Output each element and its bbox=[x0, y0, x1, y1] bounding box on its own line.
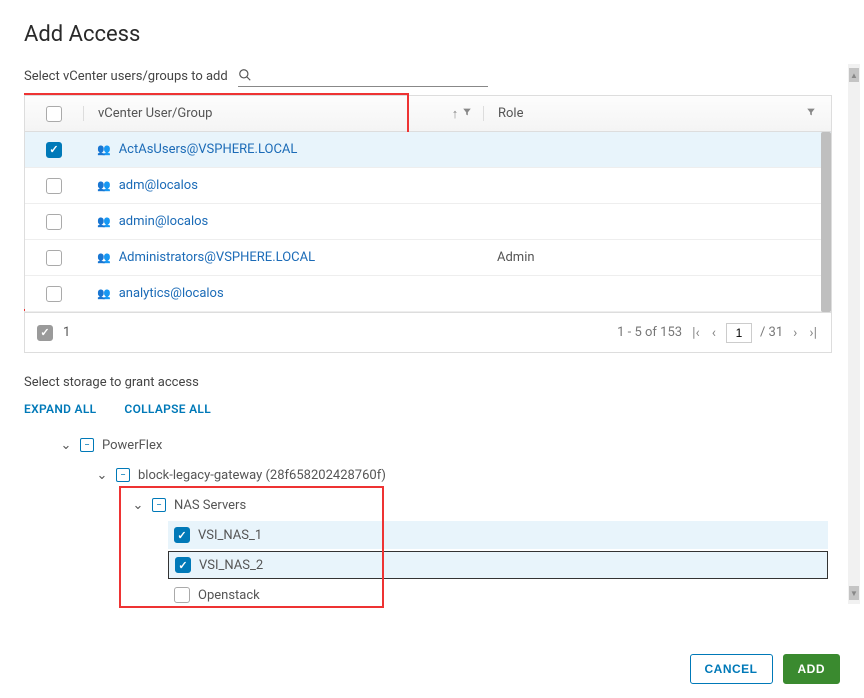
collapse-all-link[interactable]: COLLAPSE ALL bbox=[124, 402, 211, 416]
tree-leaf[interactable]: VSI_NAS_1 bbox=[24, 520, 832, 550]
page-title: Add Access bbox=[24, 22, 840, 47]
chevron-down-icon[interactable]: ⌄ bbox=[60, 438, 72, 453]
first-page-button[interactable]: |‹ bbox=[690, 323, 702, 343]
table-row[interactable]: 👥 Administrators@VSPHERE.LOCAL Admin bbox=[25, 240, 831, 276]
add-button[interactable]: ADD bbox=[783, 654, 841, 684]
tree-node-powerflex[interactable]: ⌄ − PowerFlex bbox=[24, 430, 832, 460]
leaf-checkbox[interactable] bbox=[175, 557, 191, 573]
selected-count: 1 bbox=[63, 325, 70, 340]
tree-node-label: NAS Servers bbox=[174, 498, 246, 513]
sort-arrow-icon[interactable]: ↑ bbox=[452, 106, 459, 122]
scroll-up-icon[interactable]: ▲ bbox=[849, 68, 859, 82]
role-cell: Admin bbox=[483, 250, 831, 265]
group-icon: 👥 bbox=[97, 215, 111, 228]
row-checkbox[interactable] bbox=[46, 178, 62, 194]
tree-node-label: PowerFlex bbox=[102, 438, 162, 453]
user-label: adm@localos bbox=[119, 178, 198, 193]
filter-icon[interactable] bbox=[806, 106, 816, 121]
group-icon: 👥 bbox=[97, 143, 111, 156]
user-label: analytics@localos bbox=[119, 286, 224, 301]
table-row[interactable]: 👥 adm@localos bbox=[25, 168, 831, 204]
tree-node-nas[interactable]: ⌄ − NAS Servers bbox=[24, 490, 832, 520]
page-input[interactable] bbox=[726, 323, 752, 343]
group-icon: 👥 bbox=[97, 287, 111, 300]
search-field[interactable] bbox=[238, 65, 488, 87]
leaf-label: VSI_NAS_1 bbox=[198, 528, 262, 543]
scroll-down-icon[interactable]: ▼ bbox=[849, 586, 859, 600]
selection-summary-checkbox[interactable] bbox=[37, 325, 53, 341]
storage-section-label: Select storage to grant access bbox=[24, 375, 832, 390]
tree-leaf[interactable]: Openstack bbox=[24, 580, 832, 610]
select-all-checkbox[interactable] bbox=[46, 106, 62, 122]
page-range: 1 - 5 of 153 bbox=[617, 325, 682, 340]
collapse-box-icon[interactable]: − bbox=[152, 498, 166, 512]
pagination-bar: 1 1 - 5 of 153 |‹ ‹ / 31 › ›| bbox=[24, 313, 832, 353]
table-scrollbar[interactable] bbox=[821, 132, 831, 312]
filter-icon[interactable] bbox=[462, 106, 472, 121]
leaf-checkbox[interactable] bbox=[174, 527, 190, 543]
page-scrollbar[interactable]: ▲ ▼ bbox=[848, 64, 860, 604]
last-page-button[interactable]: ›| bbox=[807, 323, 819, 343]
row-checkbox[interactable] bbox=[46, 250, 62, 266]
storage-tree: ⌄ − PowerFlex ⌄ − block-legacy-gateway (… bbox=[24, 430, 832, 610]
chevron-down-icon[interactable]: ⌄ bbox=[96, 468, 108, 483]
row-checkbox[interactable] bbox=[46, 286, 62, 302]
search-icon bbox=[238, 68, 252, 82]
collapse-box-icon[interactable]: − bbox=[116, 468, 130, 482]
leaf-label: Openstack bbox=[198, 588, 260, 603]
prev-page-button[interactable]: ‹ bbox=[710, 323, 718, 343]
user-label: ActAsUsers@VSPHERE.LOCAL bbox=[119, 142, 298, 157]
table-row[interactable]: 👥 admin@localos bbox=[25, 204, 831, 240]
table-row[interactable]: 👥 ActAsUsers@VSPHERE.LOCAL bbox=[25, 132, 831, 168]
table-row[interactable]: 👥 analytics@localos bbox=[25, 276, 831, 312]
user-label: admin@localos bbox=[119, 214, 209, 229]
row-checkbox[interactable] bbox=[46, 214, 62, 230]
users-table: vCenter User/Group ↑ Role 👥Act bbox=[24, 95, 832, 313]
table-header: vCenter User/Group ↑ Role bbox=[25, 96, 831, 132]
column-header-user[interactable]: vCenter User/Group bbox=[83, 106, 441, 121]
group-icon: 👥 bbox=[97, 251, 111, 264]
collapse-box-icon[interactable]: − bbox=[80, 438, 94, 452]
column-header-role[interactable]: Role bbox=[483, 106, 791, 121]
tree-node-gateway[interactable]: ⌄ − block-legacy-gateway (28f65820242876… bbox=[24, 460, 832, 490]
user-label: Administrators@VSPHERE.LOCAL bbox=[119, 250, 315, 265]
tree-leaf[interactable]: VSI_NAS_2 bbox=[24, 550, 832, 580]
search-input[interactable] bbox=[252, 65, 488, 84]
next-page-button[interactable]: › bbox=[791, 323, 799, 343]
leaf-checkbox[interactable] bbox=[174, 587, 190, 603]
cancel-button[interactable]: CANCEL bbox=[690, 654, 773, 684]
chevron-down-icon[interactable]: ⌄ bbox=[132, 498, 144, 513]
group-icon: 👥 bbox=[97, 179, 111, 192]
tree-node-label: block-legacy-gateway (28f658202428760f) bbox=[138, 468, 386, 483]
row-checkbox[interactable] bbox=[46, 142, 62, 158]
expand-all-link[interactable]: EXPAND ALL bbox=[24, 402, 96, 416]
leaf-label: VSI_NAS_2 bbox=[199, 558, 263, 573]
total-pages: / 31 bbox=[760, 325, 783, 340]
select-users-label: Select vCenter users/groups to add bbox=[24, 69, 228, 84]
